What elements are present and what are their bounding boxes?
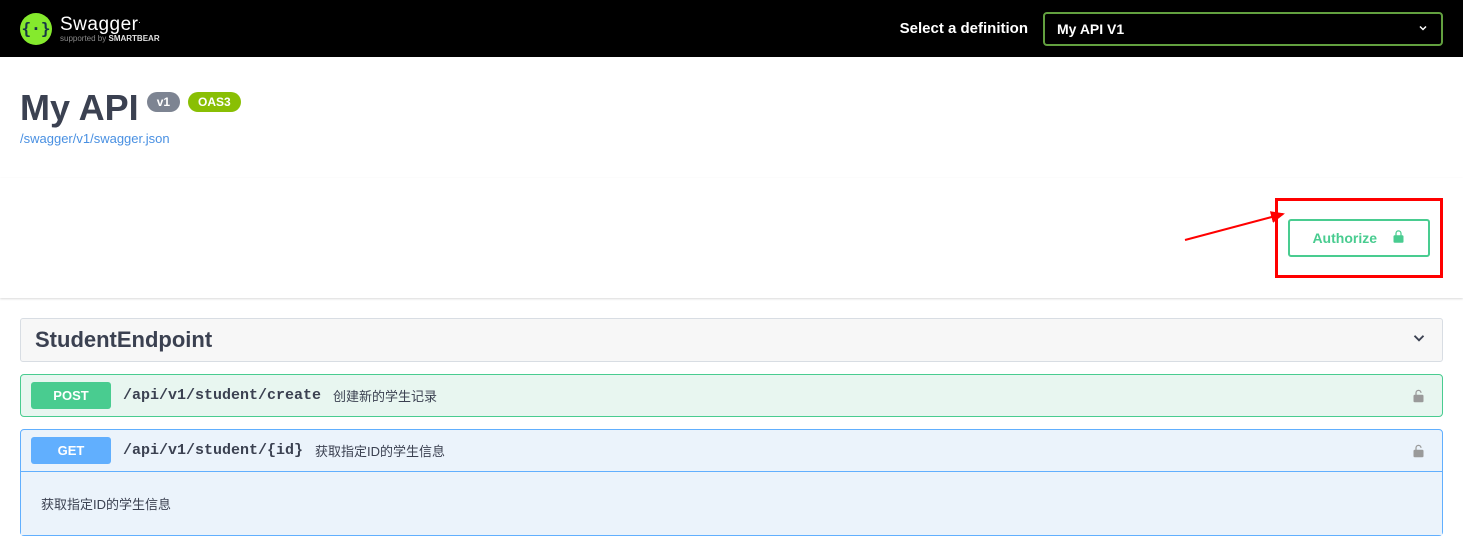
logo-subtitle: supported by SMARTBEAR <box>60 34 160 43</box>
unlock-icon[interactable] <box>1411 442 1432 460</box>
version-badge: v1 <box>147 92 180 112</box>
tag-name: StudentEndpoint <box>35 327 212 353</box>
operation-summary[interactable]: GET /api/v1/student/{id} 获取指定ID的学生信息 <box>21 430 1442 471</box>
topbar: {·} Swagger. supported by SMARTBEAR Sele… <box>0 0 1463 57</box>
operation-summary-text: 获取指定ID的学生信息 <box>315 441 445 460</box>
operation-path: /api/v1/student/create <box>123 387 321 404</box>
logo-title: Swagger. <box>60 14 160 36</box>
spec-url-link[interactable]: /swagger/v1/swagger.json <box>20 131 170 146</box>
definition-selected-value: My API V1 <box>1057 21 1124 37</box>
annotation-highlight-box: Authorize <box>1275 198 1443 278</box>
tag-header-studentendpoint[interactable]: StudentEndpoint <box>20 318 1443 362</box>
api-title: My API <box>20 87 139 129</box>
operation-path: /api/v1/student/{id} <box>123 442 303 459</box>
definition-select[interactable]: My API V1 <box>1043 12 1443 46</box>
operation-get-student-by-id: GET /api/v1/student/{id} 获取指定ID的学生信息 获取指… <box>20 429 1443 536</box>
definition-select-label: Select a definition <box>900 20 1028 37</box>
unlock-icon[interactable] <box>1411 387 1432 405</box>
method-badge-get: GET <box>31 437 111 464</box>
authorize-button[interactable]: Authorize <box>1288 219 1430 257</box>
scheme-container: Authorize <box>0 178 1463 298</box>
chevron-down-icon <box>1417 21 1429 37</box>
swagger-logo[interactable]: {·} Swagger. supported by SMARTBEAR <box>20 13 160 45</box>
operation-description: 获取指定ID的学生信息 <box>21 471 1442 535</box>
api-info: My API v1 OAS3 /swagger/v1/swagger.json <box>0 57 1463 178</box>
lock-icon <box>1391 228 1406 248</box>
chevron-down-icon <box>1410 329 1428 352</box>
oas-badge: OAS3 <box>188 92 241 112</box>
operation-post-student-create: POST /api/v1/student/create 创建新的学生记录 <box>20 374 1443 417</box>
method-badge-post: POST <box>31 382 111 409</box>
operation-summary[interactable]: POST /api/v1/student/create 创建新的学生记录 <box>21 375 1442 416</box>
authorize-button-label: Authorize <box>1312 230 1377 246</box>
operation-summary-text: 创建新的学生记录 <box>333 386 437 405</box>
swagger-logo-icon: {·} <box>20 13 52 45</box>
